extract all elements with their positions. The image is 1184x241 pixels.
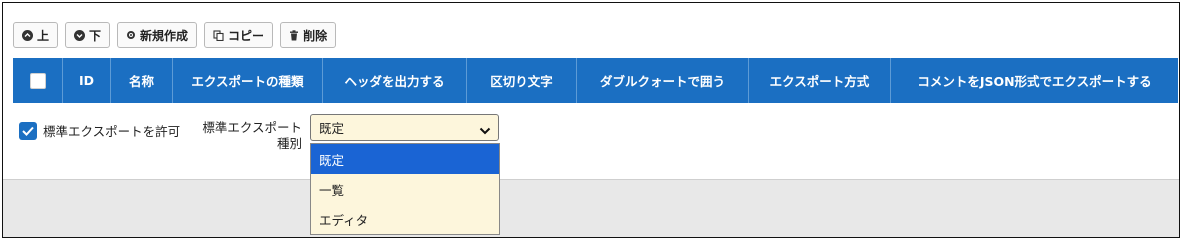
- allow-standard-export-label: 標準エクスポートを許可: [43, 124, 181, 139]
- new-label: 新規作成: [140, 28, 189, 43]
- export-type-dropdown: 既定 一覧 エディタ: [310, 143, 500, 235]
- delete-button[interactable]: 削除: [280, 22, 337, 48]
- grid-header: ID 名称 エクスポートの種類 ヘッダを出力する 区切り文字 ダブルクォートで囲…: [13, 58, 1178, 103]
- dropdown-option-default[interactable]: 既定: [311, 144, 499, 174]
- column-output-header[interactable]: ヘッダを出力する: [323, 58, 467, 103]
- allow-standard-export-checkbox[interactable]: [19, 121, 37, 140]
- footer-area: [3, 179, 1179, 237]
- copy-button[interactable]: コピー: [204, 22, 274, 48]
- export-type-label: 標準エクスポート種別: [202, 120, 302, 151]
- new-button[interactable]: 新規作成: [117, 22, 198, 48]
- chevron-down-icon: [479, 123, 491, 138]
- toolbar: 上 下 新規作成 コピー 削除: [13, 22, 337, 48]
- column-comment-json[interactable]: コメントをJSON形式でエクスポートする: [891, 58, 1178, 103]
- move-up-button[interactable]: 上: [13, 22, 59, 48]
- copy-icon: [213, 29, 224, 41]
- export-type-select[interactable]: 既定: [310, 114, 499, 141]
- column-name[interactable]: 名称: [111, 58, 173, 103]
- column-delimiter[interactable]: 区切り文字: [467, 58, 577, 103]
- column-double-quote[interactable]: ダブルクォートで囲う: [577, 58, 749, 103]
- export-type-value: 既定: [319, 121, 345, 136]
- arrow-down-circle-icon: [74, 29, 86, 41]
- column-export-type[interactable]: エクスポートの種類: [173, 58, 323, 103]
- column-id[interactable]: ID: [63, 58, 111, 103]
- delete-label: 削除: [303, 28, 328, 43]
- dropdown-option-editor[interactable]: エディタ: [311, 204, 499, 234]
- move-down-label: 下: [89, 28, 102, 43]
- select-all-column: [13, 58, 63, 103]
- copy-label: コピー: [228, 28, 265, 43]
- arrow-up-circle-icon: [22, 29, 33, 41]
- move-down-button[interactable]: 下: [65, 22, 111, 48]
- checkmark-icon: [22, 126, 34, 136]
- column-export-method[interactable]: エクスポート方式: [749, 58, 891, 103]
- gear-icon: [126, 30, 136, 40]
- dropdown-option-list[interactable]: 一覧: [311, 174, 499, 204]
- select-all-checkbox[interactable]: [29, 72, 46, 89]
- export-settings-panel: 上 下 新規作成 コピー 削除 ID 名称 エクスポートの種類 ヘッダを出力する…: [2, 2, 1180, 238]
- trash-icon: [289, 29, 299, 41]
- move-up-label: 上: [37, 28, 50, 43]
- allow-standard-export-option: 標準エクスポートを許可: [19, 121, 180, 140]
